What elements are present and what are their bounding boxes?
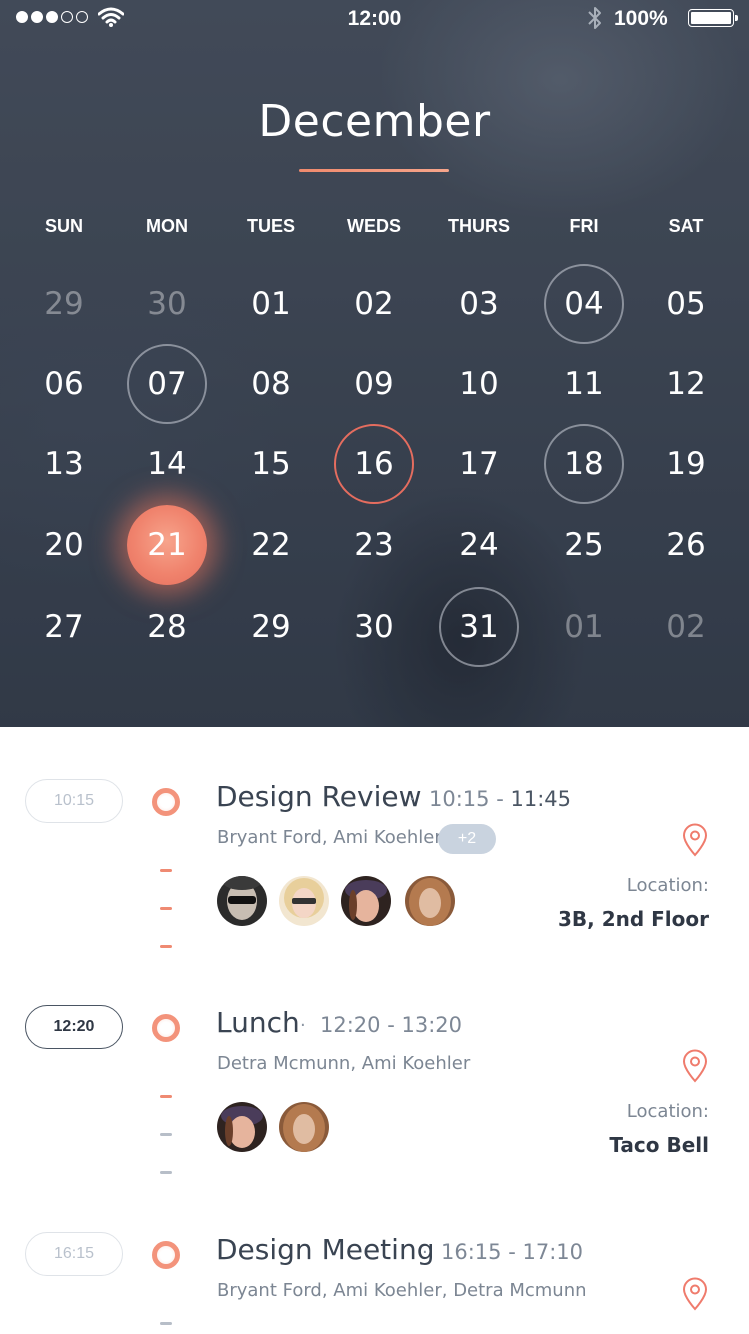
battery-percentage: 100% [614,7,668,30]
calendar-day[interactable]: 25 [544,505,624,585]
location-pin-icon[interactable] [681,823,709,857]
timeline-bullet-icon [152,1014,180,1042]
calendar-day[interactable]: 30 [334,587,414,667]
calendar-day[interactable]: 07 [127,344,207,424]
calendar-day[interactable]: 26 [646,505,726,585]
weekday-label: THURS [448,216,510,236]
event-time-range: 10:15 - 11:45 [429,787,571,811]
month-underline [299,169,449,172]
calendar-day[interactable]: 03 [439,264,519,344]
more-attendees-badge[interactable]: +2 [438,824,496,854]
calendar-day[interactable]: 11 [544,344,624,424]
timeline-dash [160,869,172,872]
weekday-label: MON [146,216,188,236]
calendar-day[interactable]: 10 [439,344,519,424]
calendar-day[interactable]: 05 [646,264,726,344]
event-time-range: 16:15 - 17:10 [441,1240,583,1264]
weekday-label: SUN [44,216,83,236]
location-value: Taco Bell [609,1133,709,1157]
calendar-header: 12:00 100% December SUN MON TUES WEDS THURS F… [0,0,749,727]
calendar-day[interactable]: 01 [231,264,311,344]
battery-icon [688,9,738,27]
timeline-dash [160,1322,172,1325]
timeline-dash [160,1095,172,1098]
calendar-day[interactable]: 24 [439,505,519,585]
avatar[interactable] [279,876,329,926]
calendar-day[interactable]: 31 [439,587,519,667]
avatar[interactable] [341,876,391,926]
calendar-day[interactable]: 02 [646,587,726,667]
location-value: 3B, 2nd Floor [557,907,709,931]
timeline-dash [160,1171,172,1174]
avatar[interactable] [217,1102,267,1152]
event-attendees: Bryant Ford, Ami Koehler [217,827,442,848]
event-time-pill[interactable]: 10:15 [25,779,123,823]
weekday-label: WEDS [347,216,401,236]
timeline-bullet-icon [152,788,180,816]
calendar-day[interactable]: 04 [544,264,624,344]
month-title[interactable]: December [0,96,749,147]
calendar-day[interactable]: 17 [439,424,519,504]
calendar-day[interactable]: 01 [544,587,624,667]
calendar-day[interactable]: 22 [231,505,311,585]
calendar-day[interactable]: 12 [646,344,726,424]
event-attendees: Detra Mcmunn, Ami Koehler [217,1053,471,1074]
calendar-day[interactable]: 19 [646,424,726,504]
location-pin-icon[interactable] [681,1277,709,1311]
calendar-day[interactable]: 13 [24,424,104,504]
weekday-label: SAT [668,216,704,236]
location-pin-icon[interactable] [681,1049,709,1083]
event-attendees: Bryant Ford, Ami Koehler, Detra Mcmunn [217,1280,587,1301]
timeline-dash [160,1133,172,1136]
calendar-day[interactable]: 15 [231,424,311,504]
event-time-pill[interactable]: 16:15 [25,1232,123,1276]
timeline-dash [160,907,172,910]
weekday-label: FRI [569,216,599,236]
location-label: Location: [626,875,709,896]
event-title[interactable]: Design Meeting [216,1233,434,1266]
avatar[interactable] [279,1102,329,1152]
calendar-day[interactable]: 02 [334,264,414,344]
event-title[interactable]: Lunch [216,1006,300,1039]
avatar[interactable] [217,876,267,926]
calendar-day[interactable]: 08 [231,344,311,424]
calendar-day[interactable]: 29 [231,587,311,667]
event-separator: · [409,789,415,810]
calendar-day-selected[interactable]: 21 [127,505,207,585]
event-separator: · [422,1242,428,1263]
calendar-day[interactable]: 14 [127,424,207,504]
calendar-day[interactable]: 29 [24,264,104,344]
calendar-day[interactable]: 28 [127,587,207,667]
timeline-bullet-icon [152,1241,180,1269]
calendar-day[interactable]: 20 [24,505,104,585]
location-label: Location: [626,1101,709,1122]
event-time-pill[interactable]: 12:20 [25,1005,123,1049]
status-bar: 12:00 100% [0,0,749,36]
bluetooth-icon [588,7,601,29]
event-title[interactable]: Design Review [216,780,421,813]
calendar-day[interactable]: 09 [334,344,414,424]
calendar-day[interactable]: 06 [24,344,104,424]
event-separator: · [300,1015,306,1036]
calendar-day[interactable]: 16 [334,424,414,504]
calendar-day[interactable]: 18 [544,424,624,504]
calendar-day[interactable]: 30 [127,264,207,344]
weekday-label: TUES [246,216,295,236]
events-list: 10:15 Design Review · 10:15 - 11:45 Brya… [0,727,749,1334]
calendar-day[interactable]: 23 [334,505,414,585]
event-time-range: 12:20 - 13:20 [320,1013,462,1037]
calendar-day[interactable]: 27 [24,587,104,667]
timeline-dash [160,945,172,948]
avatar[interactable] [405,876,455,926]
